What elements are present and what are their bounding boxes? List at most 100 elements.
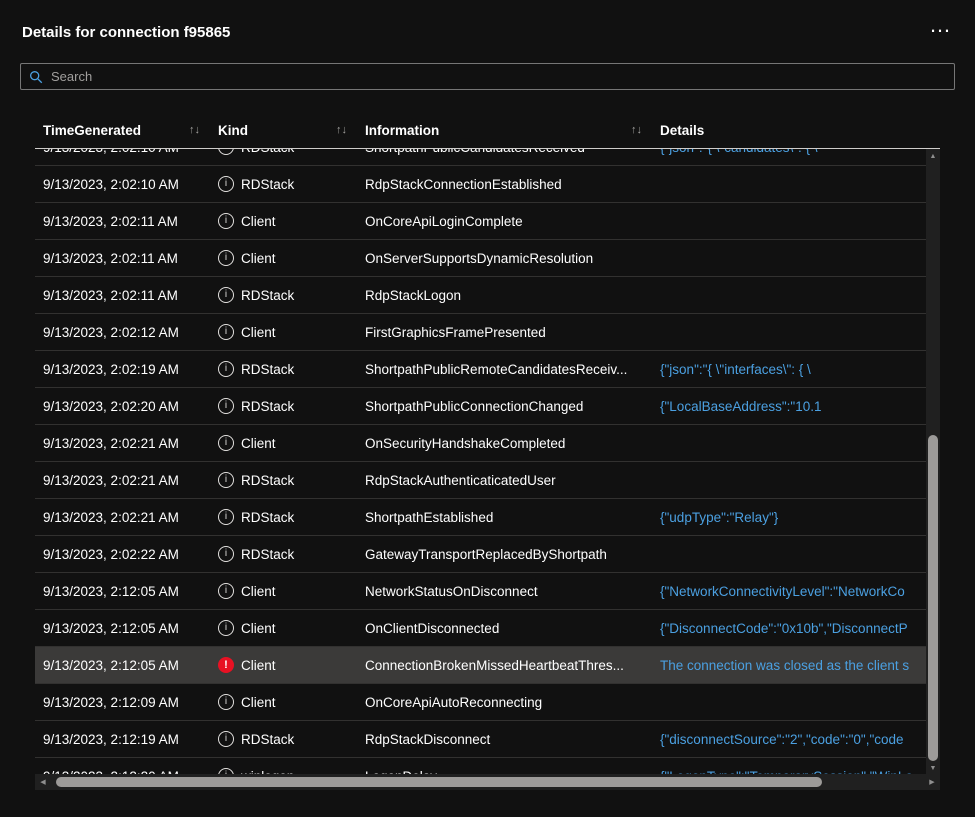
kind-label: RDStack bbox=[241, 473, 294, 488]
cell-time: 9/13/2023, 2:02:11 AM bbox=[35, 288, 210, 303]
cell-kind: iRDStack bbox=[210, 398, 357, 414]
column-label: Kind bbox=[218, 123, 248, 138]
cell-time: 9/13/2023, 2:02:11 AM bbox=[35, 214, 210, 229]
cell-information: ShortpathPublicRemoteCandidatesReceiv... bbox=[357, 362, 652, 377]
table-row[interactable]: 9/13/2023, 2:12:05 AMiClientOnClientDisc… bbox=[35, 610, 926, 647]
kind-label: Client bbox=[241, 621, 276, 636]
cell-time: 9/13/2023, 2:12:09 AM bbox=[35, 695, 210, 710]
cell-information: RdpStackLogon bbox=[357, 288, 652, 303]
cell-details[interactable]: {"disconnectSource":"2","code":"0","code bbox=[652, 732, 926, 747]
cell-kind: i RDStack bbox=[210, 149, 357, 155]
cell-kind: iRDStack bbox=[210, 731, 357, 747]
kind-label: RDStack bbox=[241, 510, 294, 525]
table-row[interactable]: 9/13/2023, 2:02:10 AMiRDStackRdpStackCon… bbox=[35, 166, 926, 203]
cell-information: FirstGraphicsFramePresented bbox=[357, 325, 652, 340]
vertical-scrollbar-thumb[interactable] bbox=[928, 435, 938, 761]
column-header-timegenerated[interactable]: TimeGenerated ↑↓ bbox=[35, 123, 210, 138]
scroll-left-icon[interactable]: ◀ bbox=[35, 774, 51, 790]
kind-label: RDStack bbox=[241, 288, 294, 303]
column-header-details[interactable]: Details bbox=[652, 123, 940, 138]
cell-kind: i Client bbox=[210, 583, 357, 599]
scroll-up-icon[interactable]: ▲ bbox=[926, 149, 940, 163]
cell-kind: i RDStack bbox=[210, 509, 357, 525]
table-row[interactable]: 9/13/2023, 2:12:05 AM!ClientConnectionBr… bbox=[35, 647, 926, 684]
table-row[interactable]: 9/13/2023, 2:02:11 AMiClientOnCoreApiLog… bbox=[35, 203, 926, 240]
cell-time: 9/13/2023, 2:12:05 AM bbox=[35, 584, 210, 599]
table-row[interactable]: 9/13/2023, 2:02:10 AMiRDStackShortpathPu… bbox=[35, 149, 926, 166]
table-row[interactable]: 9/13/2023, 2:02:21 AMiRDStackShortpathEs… bbox=[35, 499, 926, 536]
page-title: Details for connection f95865 bbox=[22, 24, 230, 41]
cell-kind: i Client bbox=[210, 250, 357, 266]
horizontal-scrollbar[interactable]: ◀ ▶ bbox=[35, 774, 940, 790]
table-row[interactable]: 9/13/2023, 2:02:20 AMiRDStackShortpathPu… bbox=[35, 388, 926, 425]
cell-kind: iClient bbox=[210, 213, 357, 229]
cell-time: 9/13/2023, 2:02:19 AM bbox=[35, 362, 210, 377]
cell-time: 9/13/2023, 2:12:05 AM bbox=[35, 658, 210, 673]
cell-information: OnClientDisconnected bbox=[357, 621, 652, 636]
cell-kind: iRDStack bbox=[210, 361, 357, 377]
table-row[interactable]: 9/13/2023, 2:02:19 AMiRDStackShortpathPu… bbox=[35, 351, 926, 388]
table-row[interactable]: 9/13/2023, 2:12:19 AMiRDStackRdpStackDis… bbox=[35, 721, 926, 758]
info-icon: i bbox=[218, 250, 234, 266]
info-icon: i bbox=[218, 731, 234, 747]
cell-details[interactable]: {"LocalBaseAddress":"10.1 bbox=[652, 399, 926, 414]
kind-label: Client bbox=[241, 436, 276, 451]
cell-details[interactable]: {"udpType":"Relay"} bbox=[652, 510, 926, 525]
info-icon: i bbox=[218, 149, 234, 155]
kind-label: RDStack bbox=[241, 399, 294, 414]
sort-icon: ↑↓ bbox=[336, 124, 357, 136]
cell-information: OnSecurityHandshakeCompleted bbox=[357, 436, 652, 451]
cell-time: 9/13/2023, 2:02:11 AM bbox=[35, 251, 210, 266]
table-row[interactable]: 9/13/2023, 2:12:20 AMiwinlogonLogonDelay… bbox=[35, 758, 926, 775]
table-row[interactable]: 9/13/2023, 2:02:12 AMiClientFirstGraphic… bbox=[35, 314, 926, 351]
kind-label: RDStack bbox=[241, 149, 294, 155]
cell-kind: iRDStack bbox=[210, 176, 357, 192]
info-icon: i bbox=[218, 287, 234, 303]
cell-kind: i RDStack bbox=[210, 472, 357, 488]
kind-label: RDStack bbox=[241, 177, 294, 192]
table-row[interactable]: 9/13/2023, 2:02:21 AMiRDStackRdpStackAut… bbox=[35, 462, 926, 499]
column-header-kind[interactable]: Kind ↑↓ bbox=[210, 123, 357, 138]
cell-information: RdpStackDisconnect bbox=[357, 732, 652, 747]
cell-time: 9/13/2023, 2:12:19 AM bbox=[35, 732, 210, 747]
more-options-button[interactable]: … bbox=[929, 14, 951, 36]
horizontal-scrollbar-thumb[interactable] bbox=[56, 777, 822, 787]
table-row[interactable]: 9/13/2023, 2:02:11 AMiClientOnServerSupp… bbox=[35, 240, 926, 277]
kind-label: Client bbox=[241, 584, 276, 599]
vertical-scrollbar[interactable]: ▲ ▼ bbox=[926, 149, 940, 775]
cell-time: 9/13/2023, 2:02:21 AM bbox=[35, 436, 210, 451]
kind-label: Client bbox=[241, 658, 276, 673]
cell-time: 9/13/2023, 2:02:10 AM bbox=[35, 177, 210, 192]
cell-details[interactable]: {"NetworkConnectivityLevel":"NetworkCo bbox=[652, 584, 926, 599]
info-icon: i bbox=[218, 472, 234, 488]
cell-details[interactable]: {"json":"{ \"interfaces\": { \ bbox=[652, 362, 926, 377]
table-row[interactable]: 9/13/2023, 2:02:22 AMiRDStackGatewayTran… bbox=[35, 536, 926, 573]
search-input[interactable] bbox=[49, 63, 954, 90]
column-label: Information bbox=[365, 123, 439, 138]
search-box[interactable] bbox=[20, 63, 955, 90]
scroll-down-icon[interactable]: ▼ bbox=[926, 761, 940, 775]
cell-kind: iClient bbox=[210, 620, 357, 636]
cell-details[interactable]: {"json":"{ \"candidates\": { \ bbox=[652, 149, 926, 155]
cell-kind: i Client bbox=[210, 435, 357, 451]
table-row[interactable]: 9/13/2023, 2:02:21 AM i Client OnSecurityHa… bbox=[35, 425, 926, 462]
info-icon: i bbox=[218, 509, 234, 525]
kind-label: RDStack bbox=[241, 547, 294, 562]
info-icon: i bbox=[218, 435, 234, 451]
cell-time: 9/13/2023, 2:02:10 AM bbox=[35, 149, 210, 155]
kind-label: Client bbox=[241, 251, 276, 266]
info-icon: i bbox=[218, 583, 234, 599]
cell-kind: iClient bbox=[210, 694, 357, 710]
column-header-information[interactable]: Information ↑↓ bbox=[357, 123, 652, 138]
table-row[interactable]: 9/13/2023, 2:02:11 AM i RDStack RdpStackLog… bbox=[35, 277, 926, 314]
cell-details[interactable]: {"DisconnectCode":"0x10b","DisconnectP bbox=[652, 621, 926, 636]
cell-kind: iRDStack bbox=[210, 546, 357, 562]
info-icon: i bbox=[218, 694, 234, 710]
cell-information: ShortpathPublicConnectionChanged bbox=[357, 399, 652, 414]
scroll-right-icon[interactable]: ▶ bbox=[924, 774, 940, 790]
search-icon bbox=[29, 70, 43, 84]
sort-icon: ↑↓ bbox=[189, 124, 210, 136]
cell-details[interactable]: The connection was closed as the client … bbox=[652, 658, 926, 673]
table-row[interactable]: 9/13/2023, 2:12:09 AMiClientOnCoreApiAut… bbox=[35, 684, 926, 721]
table-row[interactable]: 9/13/2023, 2:12:05 AMiClientNetworkStatu… bbox=[35, 573, 926, 610]
